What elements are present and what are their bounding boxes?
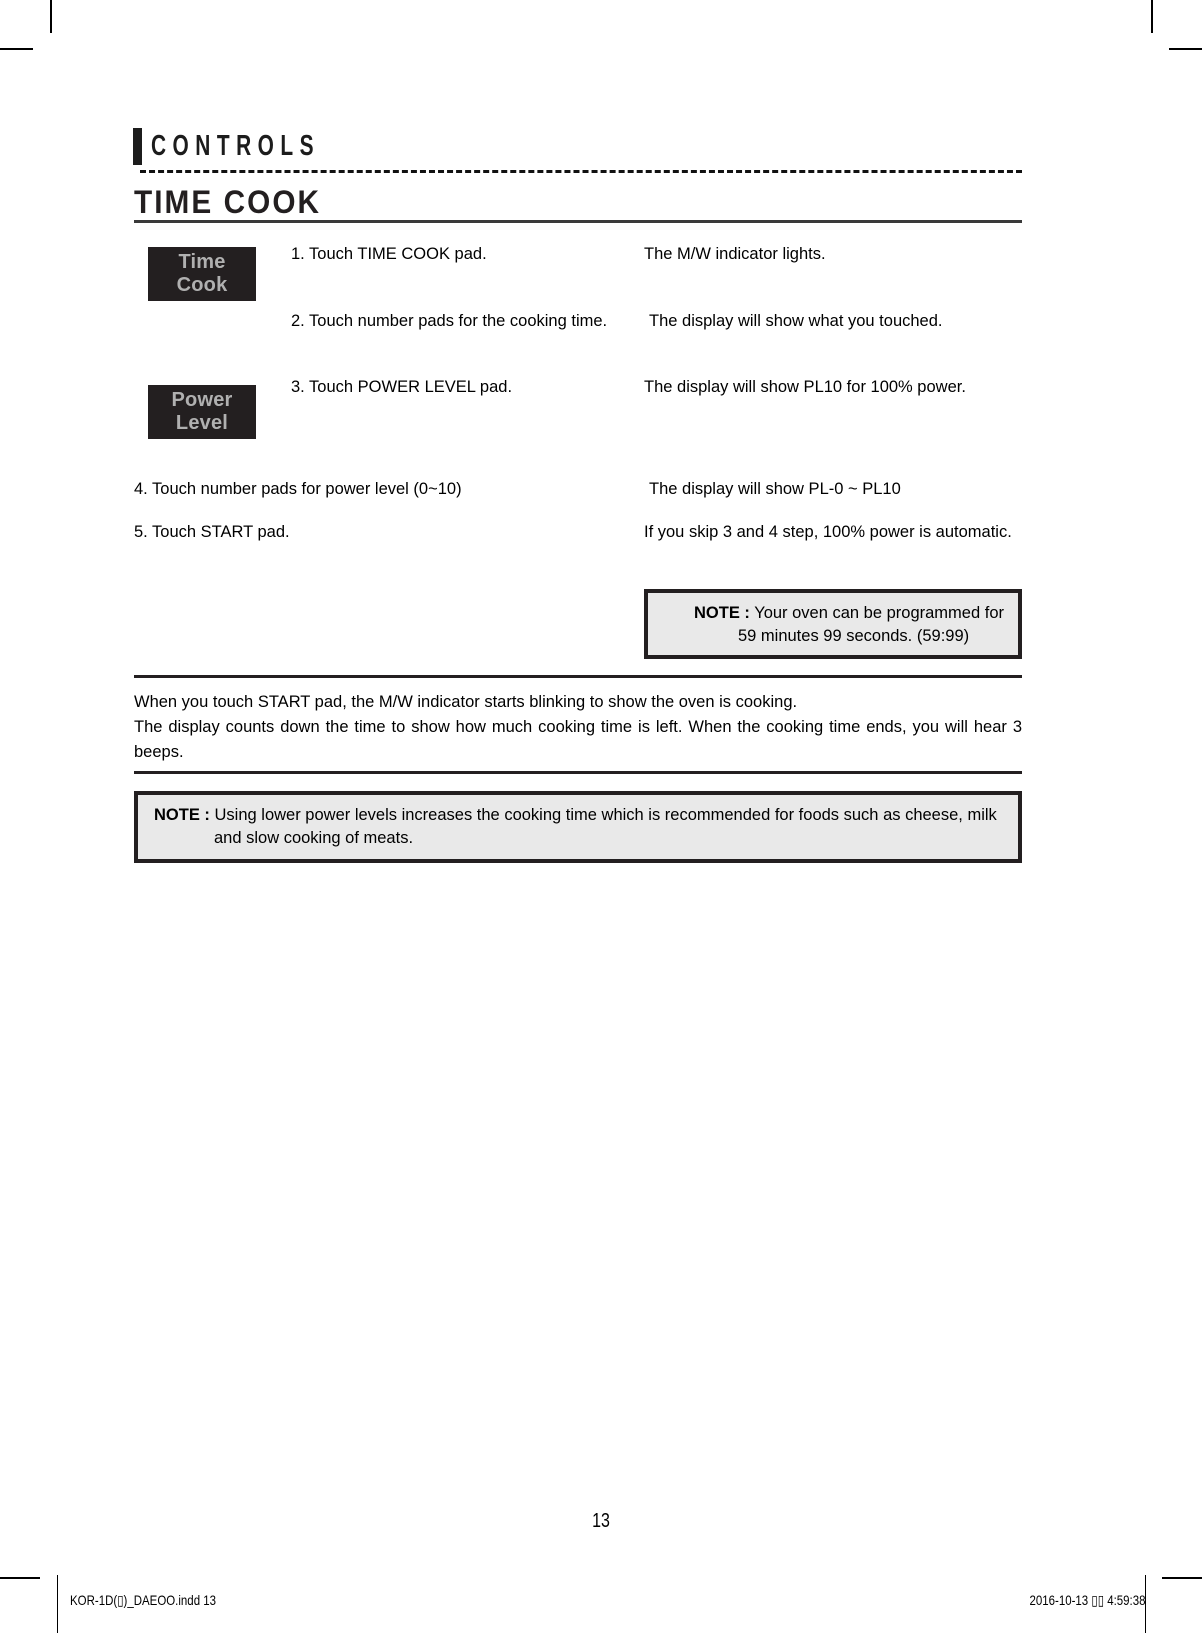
step-3-action: 3. Touch POWER LEVEL pad. [291, 378, 513, 396]
note-box-programming-limit: NOTE : Your oven can be programmed for 5… [644, 589, 1022, 659]
note-label: NOTE : [693, 604, 750, 622]
note-label: NOTE : [154, 806, 210, 824]
chapter-title: CONTROLS [151, 130, 320, 162]
crop-mark-bottom-left-vertical [57, 1575, 59, 1633]
note-box-power-levels: NOTE : Using lower power levels increase… [134, 791, 1022, 863]
chapter-accent-bar [133, 128, 142, 165]
pad-label-line2: Level [175, 412, 229, 434]
chapter-dashed-rule [140, 170, 1022, 173]
step-5-result: If you skip 3 and 4 step, 100% power is … [644, 523, 1012, 541]
step-1-action: 1. Touch TIME COOK pad. [291, 245, 487, 263]
pad-label-line2: Cook [176, 274, 228, 296]
crop-mark-bottom-left-horizontal [0, 1577, 40, 1579]
description-paragraph: When you touch START pad, the M/W indica… [134, 690, 1022, 765]
section-underline-rule [134, 220, 1022, 223]
step-3-result: The display will show PL10 for 100% powe… [644, 378, 966, 396]
chapter-header: CONTROLS [133, 128, 386, 165]
pad-graphic-time-cook: Time Cook [148, 247, 256, 301]
note-line-2: 59 minutes 99 seconds. (59:99) [737, 627, 970, 646]
crop-mark-top-left-vertical [50, 0, 52, 33]
step-2-action: 2. Touch number pads for the cooking tim… [291, 312, 608, 330]
pad-label-line1: Power [171, 389, 233, 412]
step-2-result: The display will show what you touched. [649, 312, 943, 330]
manual-page: CONTROLS TIME COOK Time Cook Power Level… [0, 0, 1202, 1633]
footer-timestamp: 2016-10-13 ▯▯ 4:59:38 [1029, 1592, 1146, 1608]
note-text: Using lower power levels increases the c… [214, 806, 997, 848]
paragraph-top-rule [134, 675, 1022, 678]
pad-graphic-power-level: Power Level [148, 385, 256, 439]
step-1-result: The M/W indicator lights. [644, 245, 826, 263]
paragraph-bottom-rule [134, 771, 1022, 774]
crop-mark-top-right-vertical [1151, 0, 1153, 33]
note-line-1: Your oven can be programmed for [754, 604, 1004, 622]
page-number: 13 [592, 1510, 610, 1532]
page-title: TIME COOK [134, 184, 322, 220]
crop-mark-bottom-right-horizontal [1162, 1577, 1202, 1579]
description-line-1: When you touch START pad, the M/W indica… [134, 693, 798, 711]
crop-mark-top-right-horizontal [1169, 48, 1202, 50]
pad-label-line1: Time [178, 251, 226, 274]
step-5-action: 5. Touch START pad. [134, 523, 290, 541]
description-line-2: The display counts down the time to show… [134, 718, 1022, 762]
step-4-action: 4. Touch number pads for power level (0~… [134, 480, 462, 498]
footer-filename: KOR-1D(▯)_DAEOO.indd 13 [70, 1592, 217, 1608]
crop-mark-top-left-horizontal [0, 48, 33, 50]
step-4-result: The display will show PL-0 ~ PL10 [649, 480, 901, 498]
